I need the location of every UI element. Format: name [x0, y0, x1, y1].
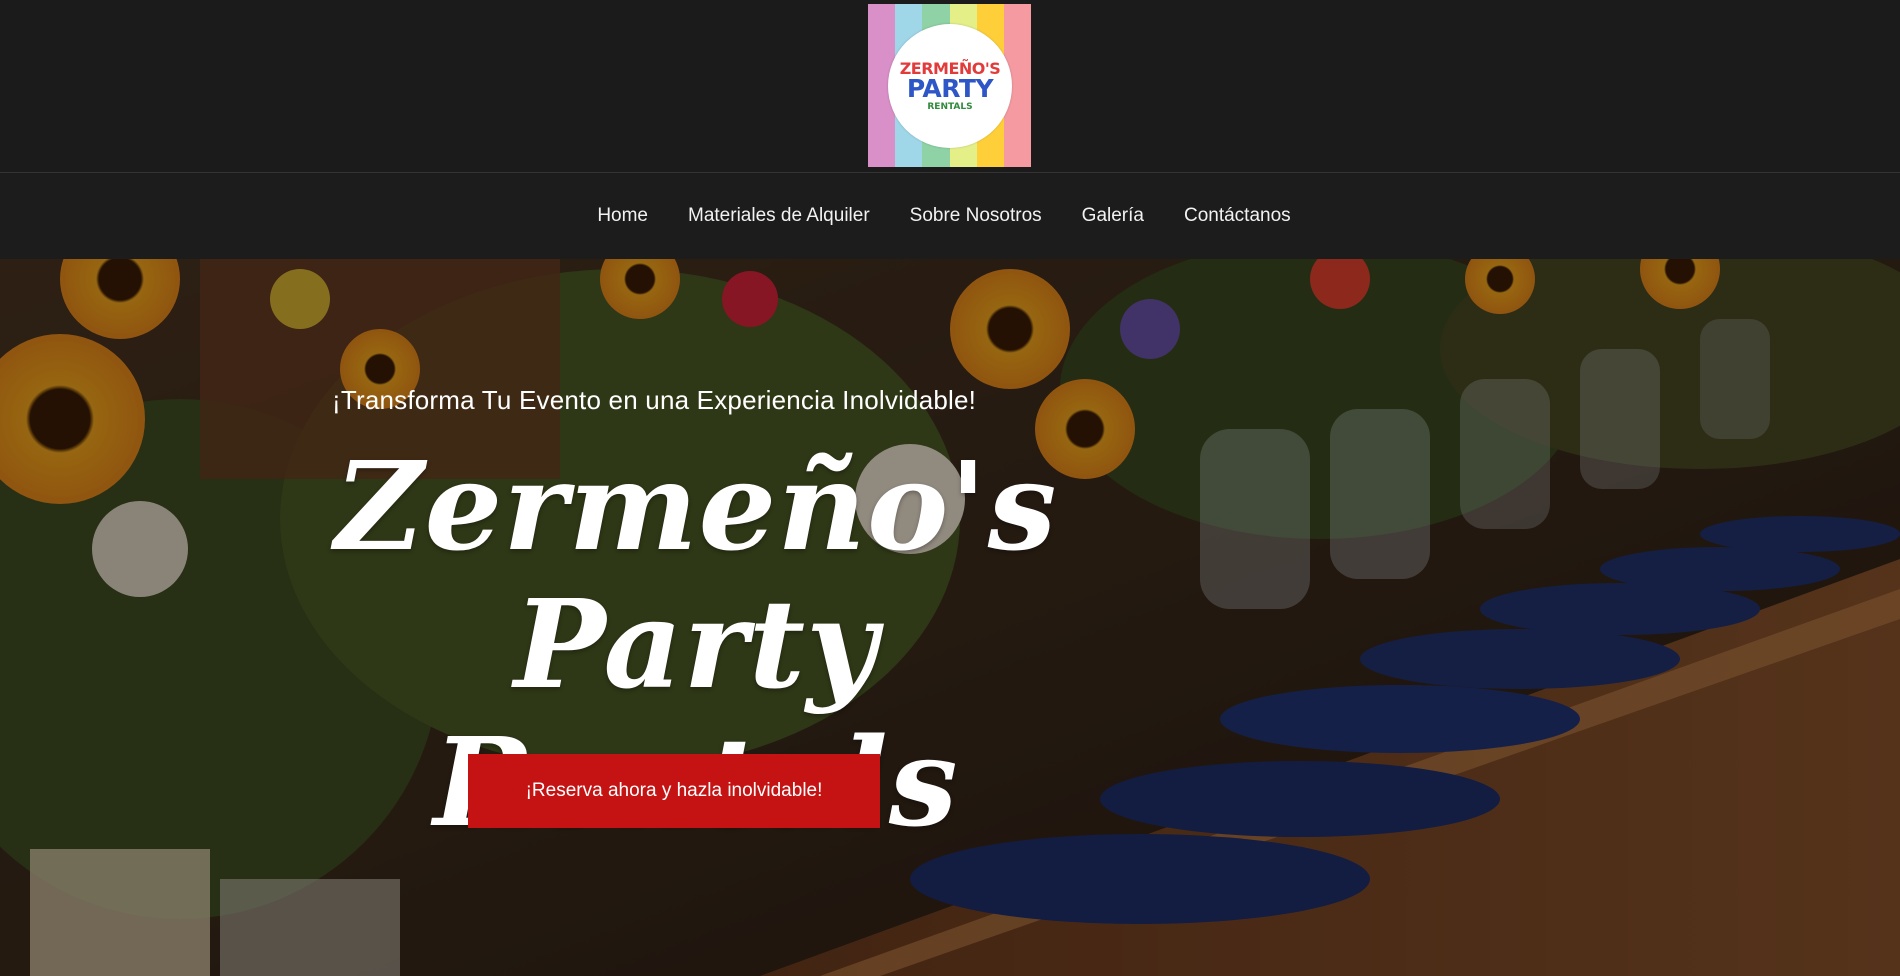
logo-text-party: PARTY [906, 73, 994, 103]
site-logo[interactable]: ZERMEÑO'S PARTY RENTALS [868, 4, 1031, 167]
nav-item-contactanos[interactable]: Contáctanos [1184, 205, 1291, 227]
reserve-now-button[interactable]: ¡Reserva ahora y hazla inolvidable! [468, 754, 880, 828]
nav-item-galeria[interactable]: Galería [1082, 205, 1144, 227]
main-navigation: Home Materiales de Alquiler Sobre Nosotr… [0, 173, 1900, 259]
logo-badge: ZERMEÑO'S PARTY RENTALS [888, 24, 1012, 148]
site-header: ZERMEÑO'S PARTY RENTALS [0, 0, 1900, 173]
hero-tagline: ¡Transforma Tu Evento en una Experiencia… [332, 385, 977, 415]
nav-item-sobre-nosotros[interactable]: Sobre Nosotros [910, 205, 1042, 227]
nav-links: Home Materiales de Alquiler Sobre Nosotr… [597, 205, 1290, 227]
hero-section: ¡Transforma Tu Evento en una Experiencia… [0, 259, 1900, 976]
brand-line-zermenos: Zermeño's [334, 434, 1058, 578]
nav-item-home[interactable]: Home [597, 205, 648, 227]
nav-item-materiales-de-alquiler[interactable]: Materiales de Alquiler [688, 205, 870, 227]
logo-text-rentals: RENTALS [927, 101, 973, 112]
